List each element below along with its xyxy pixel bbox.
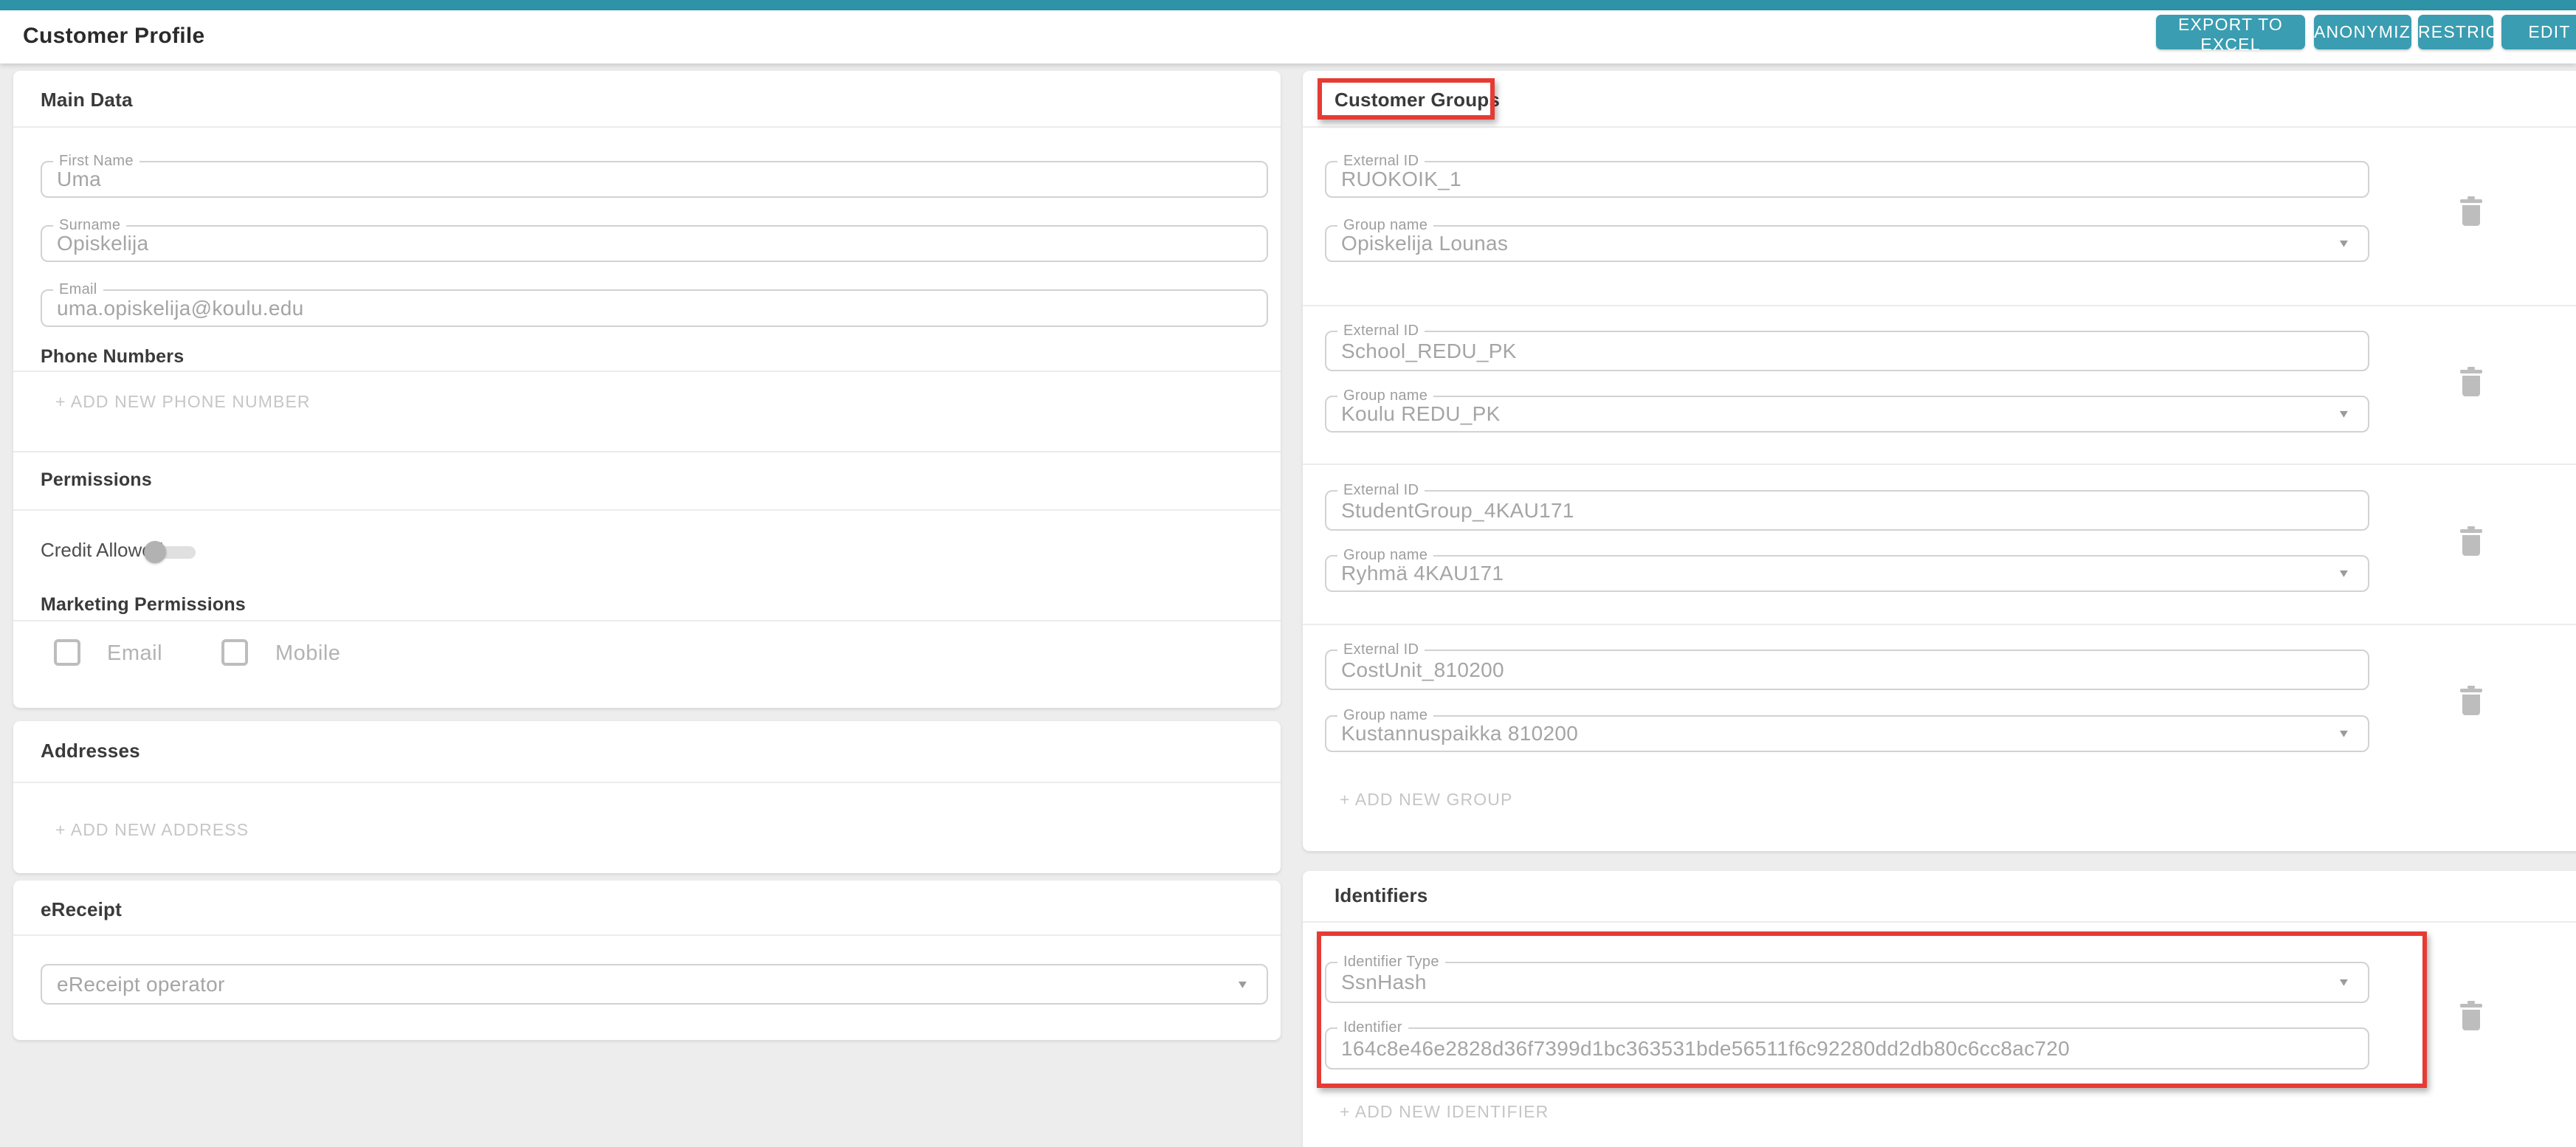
external-id-field[interactable]: External ID CostUnit_810200 (1325, 641, 2369, 690)
identifier-type-label: Identifier Type (1337, 954, 1445, 971)
group-name-select[interactable]: Group name Opiskelija Lounas ▼ (1325, 217, 2369, 262)
divider (1303, 464, 2576, 465)
first-name-field[interactable]: First Name Uma (41, 153, 1268, 198)
divider (1303, 305, 2576, 306)
surname-value: Opiskelija (57, 232, 149, 255)
restrict-button[interactable]: RESTRICT (2418, 15, 2509, 49)
divider (13, 126, 1281, 128)
mobile-checkbox[interactable] (221, 639, 248, 666)
identifier-value: 164c8e46e2828d36f7399d1bc363531bde56511f… (1341, 1036, 2070, 1060)
surname-field[interactable]: Surname Opiskelija (41, 217, 1268, 262)
email-checkbox[interactable] (54, 639, 80, 666)
addresses-title: Addresses (41, 740, 140, 762)
delete-group-icon[interactable] (2458, 367, 2484, 398)
marketing-permissions-title: Marketing Permissions (41, 594, 246, 615)
external-id-field[interactable]: External ID School_REDU_PK (1325, 323, 2369, 371)
ereceipt-operator-select[interactable]: eReceipt operator ▼ (41, 964, 1268, 1005)
credit-allowed-row: Credit Allowed (41, 539, 196, 565)
page-title: Customer Profile (23, 24, 205, 48)
external-id-value: School_REDU_PK (1341, 339, 1517, 362)
first-name-value: Uma (57, 168, 102, 190)
ereceipt-operator-placeholder: eReceipt operator (57, 972, 225, 996)
ereceipt-title: eReceipt (41, 898, 122, 920)
chevron-down-icon: ▼ (2337, 567, 2351, 580)
divider (1303, 126, 2576, 128)
external-id-value: RUOKOIK_1 (1341, 168, 1461, 190)
group-name-value: Kustannuspaikka 810200 (1341, 722, 1579, 745)
external-id-label: External ID (1337, 641, 1425, 658)
customer-groups-title: Customer Groups (1335, 89, 1501, 111)
identifier-type-value: SsnHash (1341, 971, 1427, 993)
anonymize-button[interactable]: ANONYMIZE (2314, 15, 2422, 49)
add-identifier-button[interactable]: + ADD NEW IDENTIFIER (1340, 1102, 1549, 1122)
identifier-field[interactable]: Identifier 164c8e46e2828d36f7399d1bc3635… (1325, 1019, 2369, 1070)
external-id-field[interactable]: External ID RUOKOIK_1 (1325, 153, 2369, 198)
group-name-select[interactable]: Group name Ryhmä 4KAU171 ▼ (1325, 547, 2369, 592)
external-id-label: External ID (1337, 482, 1425, 499)
divider (13, 371, 1281, 372)
chevron-down-icon: ▼ (1236, 978, 1250, 991)
external-id-field[interactable]: External ID StudentGroup_4KAU171 (1325, 482, 2369, 531)
email-value: uma.opiskelija@koulu.edu (57, 296, 304, 320)
permissions-title: Permissions (41, 469, 152, 490)
external-id-value: CostUnit_810200 (1341, 658, 1504, 681)
group-name-value: Ryhmä 4KAU171 (1341, 562, 1504, 585)
group-name-value: Opiskelija Lounas (1341, 232, 1509, 255)
add-address-button[interactable]: + ADD NEW ADDRESS (55, 820, 249, 840)
group-name-select[interactable]: Group name Koulu REDU_PK ▼ (1325, 388, 2369, 433)
identifier-type-select[interactable]: Identifier Type SsnHash ▼ (1325, 954, 2369, 1003)
delete-group-icon[interactable] (2458, 196, 2484, 227)
addresses-card: Addresses + ADD NEW ADDRESS (13, 721, 1281, 873)
group-name-value: Koulu REDU_PK (1341, 402, 1501, 425)
divider (13, 934, 1281, 936)
identifiers-title: Identifiers (1335, 884, 1428, 906)
chevron-down-icon: ▼ (2337, 407, 2351, 421)
email-field[interactable]: Email uma.opiskelija@koulu.edu (41, 281, 1268, 327)
mobile-checkbox-label: Mobile (275, 641, 341, 665)
chevron-down-icon: ▼ (2337, 237, 2351, 250)
credit-allowed-toggle[interactable] (144, 537, 200, 567)
email-checkbox-label: Email (107, 641, 163, 665)
top-accent-bar (0, 0, 2576, 10)
page-header: Customer Profile EXPORT TO EXCEL ANONYMI… (0, 10, 2576, 63)
export-to-excel-button[interactable]: EXPORT TO EXCEL (2156, 15, 2305, 54)
chevron-down-icon: ▼ (2337, 976, 2351, 989)
divider (13, 620, 1281, 621)
add-phone-number-button[interactable]: + ADD NEW PHONE NUMBER (55, 392, 311, 412)
identifiers-card: Identifiers Identifier Type SsnHash ▼ Id… (1303, 871, 2576, 1147)
phone-numbers-title: Phone Numbers (41, 346, 185, 367)
edit-button[interactable]: EDIT (2501, 15, 2576, 49)
identifier-label: Identifier (1337, 1019, 1408, 1036)
divider (13, 451, 1281, 452)
main-data-title: Main Data (41, 89, 133, 111)
add-group-button[interactable]: + ADD NEW GROUP (1340, 790, 1512, 810)
delete-group-icon[interactable] (2458, 686, 2484, 717)
divider (1303, 921, 2576, 923)
delete-group-icon[interactable] (2458, 526, 2484, 557)
group-name-select[interactable]: Group name Kustannuspaikka 810200 ▼ (1325, 707, 2369, 752)
delete-identifier-icon[interactable] (2458, 1001, 2484, 1032)
divider (13, 509, 1281, 511)
external-id-value: StudentGroup_4KAU171 (1341, 498, 1574, 522)
main-data-card: Main Data First Name Uma Surname Opiskel… (13, 71, 1281, 708)
divider (1303, 624, 2576, 625)
chevron-down-icon: ▼ (2337, 727, 2351, 740)
ereceipt-card: eReceipt eReceipt operator ▼ (13, 881, 1281, 1040)
toggle-knob (144, 541, 166, 563)
divider (13, 782, 1281, 783)
external-id-label: External ID (1337, 323, 1425, 340)
customer-groups-card: Customer Groups External ID RUOKOIK_1 Gr… (1303, 71, 2576, 851)
